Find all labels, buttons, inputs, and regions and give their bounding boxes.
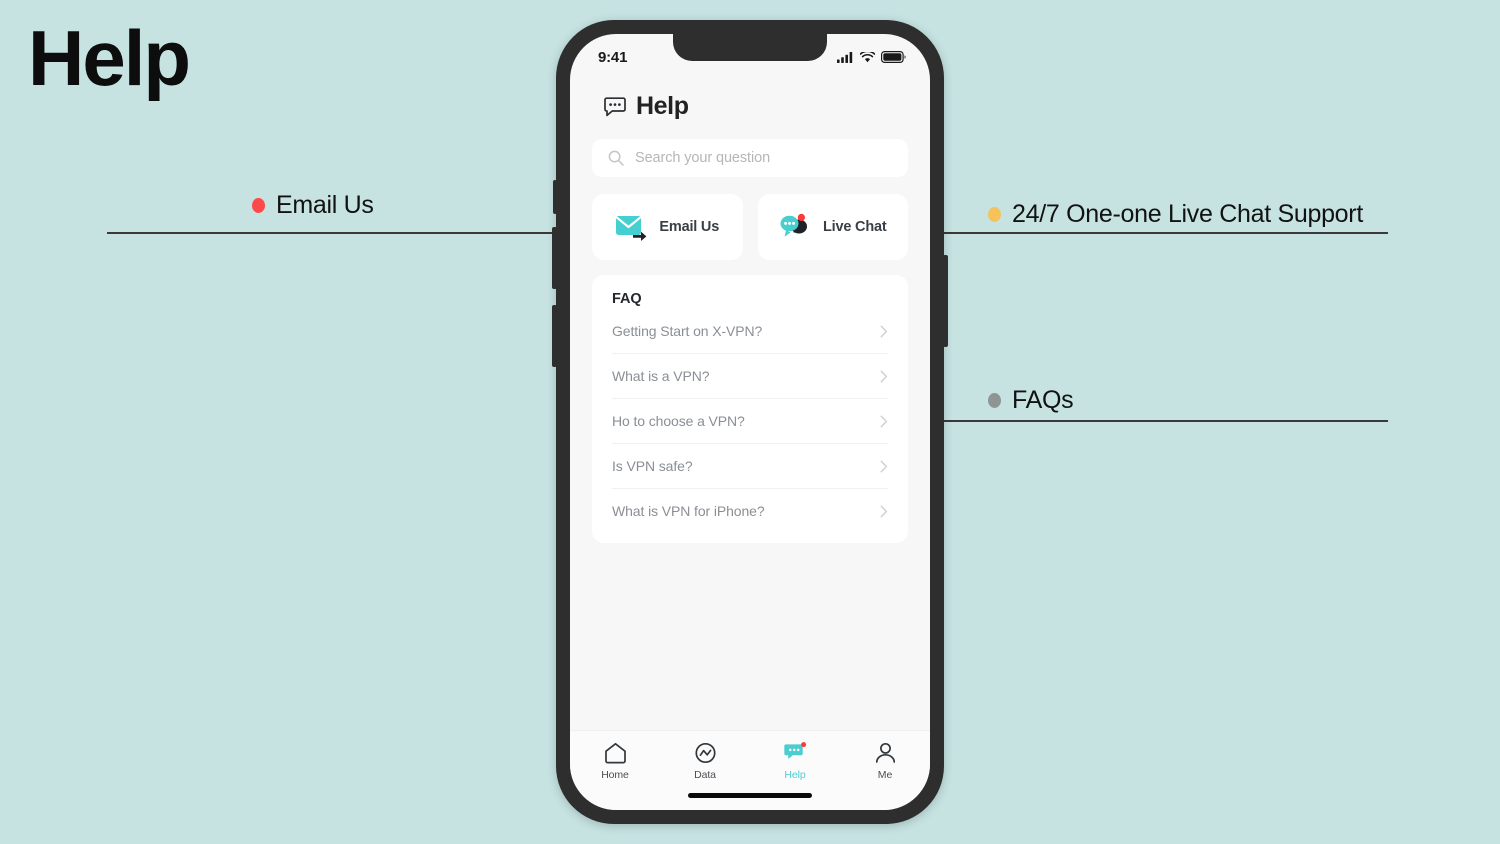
notch <box>673 34 827 61</box>
faq-section-title: FAQ <box>612 291 642 307</box>
callout-line-faqs <box>898 420 1388 422</box>
tab-label: Me <box>877 769 893 781</box>
home-indicator[interactable] <box>688 793 812 798</box>
volume-up-button[interactable] <box>552 227 557 289</box>
tab-me[interactable]: Me <box>840 742 930 781</box>
callout-label-text: Email Us <box>276 191 374 219</box>
app-title: Help <box>636 92 689 120</box>
data-chart-icon <box>694 742 716 764</box>
callout-dot-icon <box>988 393 1001 408</box>
callout-email-us: Email Us <box>252 191 374 220</box>
live-chat-icon <box>780 213 808 237</box>
silent-switch-button[interactable] <box>553 180 557 214</box>
app-header: Help <box>570 80 930 121</box>
status-icons <box>837 51 906 63</box>
email-us-button[interactable]: Email Us <box>592 194 743 260</box>
callout-label-text: 24/7 One-one Live Chat Support <box>1012 200 1363 228</box>
action-label: Email Us <box>659 219 720 235</box>
callout-line-email-us <box>107 232 562 234</box>
faq-list-item[interactable]: What is VPN for iPhone? <box>612 489 888 533</box>
power-button[interactable] <box>943 255 948 347</box>
callout-dot-icon <box>988 207 1001 222</box>
faq-item-label: What is VPN for iPhone? <box>612 503 765 519</box>
faq-list-item[interactable]: Ho to choose a VPN? <box>612 399 888 444</box>
chat-bubble-icon <box>604 96 626 116</box>
status-time: 9:41 <box>598 48 628 66</box>
callout-faqs: FAQs <box>988 386 1074 415</box>
faq-item-label: Is VPN safe? <box>612 458 693 474</box>
faq-list-item[interactable]: What is a VPN? <box>612 354 888 399</box>
search-placeholder: Search your question <box>635 150 771 166</box>
tab-help[interactable]: Help <box>750 742 840 781</box>
callout-live-chat: 24/7 One-one Live Chat Support <box>988 200 1363 229</box>
tab-data[interactable]: Data <box>660 742 750 781</box>
bottom-tab-bar: Home Data Help Me <box>570 730 930 810</box>
page-title: Help <box>28 14 191 102</box>
person-icon <box>875 742 895 763</box>
email-send-icon <box>616 216 647 241</box>
phone-screen: 9:41 Help Search your question Email Us … <box>570 34 930 810</box>
faq-item-label: Ho to choose a VPN? <box>612 413 745 429</box>
search-icon <box>608 150 624 166</box>
faq-list-item[interactable]: Is VPN safe? <box>612 444 888 489</box>
callout-dot-icon <box>252 198 265 213</box>
home-icon <box>604 742 626 764</box>
chevron-right-icon <box>880 325 888 337</box>
phone-mockup: 9:41 Help Search your question Email Us … <box>552 20 948 824</box>
chevron-right-icon <box>880 415 888 427</box>
search-input[interactable]: Search your question <box>592 139 908 177</box>
battery-icon <box>881 51 906 63</box>
chevron-right-icon <box>880 505 888 517</box>
callout-line-live-chat <box>938 232 1388 234</box>
action-cards: Email Us Live Chat <box>592 194 908 260</box>
chevron-right-icon <box>880 370 888 382</box>
chat-bubble-icon <box>783 742 806 759</box>
faq-item-label: Getting Start on X-VPN? <box>612 323 763 339</box>
volume-down-button[interactable] <box>552 305 557 367</box>
faq-card: FAQ Getting Start on X-VPN? What is a VP… <box>592 275 908 543</box>
tab-label: Data <box>694 769 716 781</box>
faq-item-label: What is a VPN? <box>612 368 710 384</box>
tab-label: Home <box>601 769 629 781</box>
tab-label: Help <box>784 769 806 781</box>
faq-list-item[interactable]: Getting Start on X-VPN? <box>612 309 888 354</box>
callout-label-text: FAQs <box>1012 386 1074 414</box>
signal-icon <box>837 51 853 63</box>
wifi-icon <box>860 51 875 62</box>
action-label: Live Chat <box>823 219 887 235</box>
live-chat-button[interactable]: Live Chat <box>757 194 908 260</box>
chevron-right-icon <box>880 460 888 472</box>
tab-home[interactable]: Home <box>570 742 660 781</box>
